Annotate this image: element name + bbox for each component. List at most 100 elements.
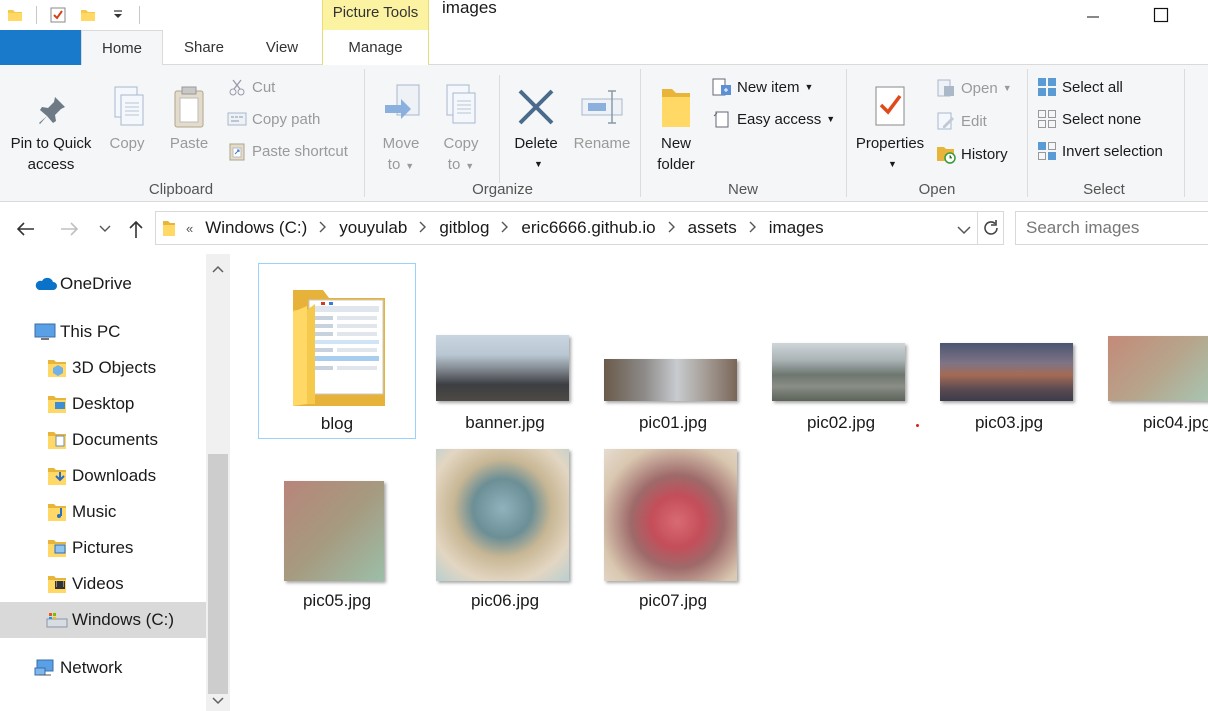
folder-icon[interactable] <box>0 1 30 29</box>
properties-button[interactable]: Properties ▼ <box>851 73 929 175</box>
new-folder-icon[interactable] <box>73 1 103 29</box>
file-item[interactable]: pic07.jpg <box>594 441 752 617</box>
new-folder-button[interactable]: New folder <box>647 73 705 175</box>
file-item[interactable]: pic03.jpg <box>930 263 1088 439</box>
maximize-button[interactable] <box>1138 0 1184 30</box>
window-title: images <box>442 0 497 17</box>
nav-item[interactable]: Network <box>0 650 206 686</box>
file-item[interactable]: pic05.jpg <box>258 441 416 617</box>
select-all-button[interactable]: Select all <box>1036 74 1123 100</box>
history-button[interactable]: History <box>935 141 1008 167</box>
breadcrumb-item[interactable]: youyulab <box>339 218 407 238</box>
copy-to-button[interactable]: Copy to ▼ <box>433 73 489 177</box>
file-item[interactable]: pic04.jpg <box>1098 263 1208 439</box>
paste-shortcut-button[interactable]: Paste shortcut <box>226 138 348 164</box>
picture-tools-context-band: Picture Tools <box>322 0 429 30</box>
nav-item[interactable]: 3D Objects <box>0 350 206 386</box>
nav-item-label: Documents <box>72 430 158 449</box>
nav-item[interactable]: Videos <box>0 566 206 602</box>
refresh-button[interactable] <box>978 211 1004 245</box>
invert-selection-button[interactable]: Invert selection <box>1036 138 1163 164</box>
breadcrumb-chevron-icon[interactable] <box>668 221 676 236</box>
address-history-chevron-icon[interactable] <box>957 221 971 241</box>
ribbon: Pin to Quick access Copy Paste Cut Copy … <box>0 65 1208 202</box>
delete-dropdown-icon[interactable]: ▼ <box>534 154 543 175</box>
documents-folder-icon <box>44 427 70 453</box>
tab-view[interactable]: View <box>245 30 319 65</box>
move-to-button[interactable]: Move to ▼ <box>373 73 429 177</box>
nav-item[interactable]: Music <box>0 494 206 530</box>
nav-item[interactable]: Desktop <box>0 386 206 422</box>
rename-button[interactable]: Rename <box>567 73 637 154</box>
nav-item-label: Windows (C:) <box>72 610 175 629</box>
breadcrumb-item[interactable]: images <box>769 218 824 238</box>
properties-dropdown-icon[interactable]: ▼ <box>888 154 897 175</box>
tab-home[interactable]: Home <box>81 30 163 66</box>
copy-path-label: Copy path <box>252 110 321 128</box>
properties-checkmark-icon[interactable] <box>43 1 73 29</box>
delete-button[interactable]: Delete ▼ <box>505 73 567 175</box>
breadcrumb-item[interactable]: eric6666.github.io <box>521 218 655 238</box>
breadcrumb-item[interactable]: Windows (C:) <box>205 218 307 238</box>
music-folder-icon <box>44 499 70 525</box>
file-item[interactable]: pic02.jpg <box>762 263 920 439</box>
up-button[interactable] <box>123 216 149 242</box>
breadcrumb-item[interactable]: gitblog <box>439 218 489 238</box>
navigation-scrollbar[interactable] <box>206 254 230 711</box>
tab-manage[interactable]: Manage <box>322 30 429 65</box>
scroll-down-arrow-icon[interactable] <box>206 690 230 711</box>
quick-access-toolbar <box>0 0 146 30</box>
address-bar[interactable]: « Windows (C:) youyulab gitblog eric6666.gi… <box>155 211 978 245</box>
breadcrumb-chevron-icon[interactable] <box>501 221 509 236</box>
breadcrumb-chevron-icon[interactable] <box>419 221 427 236</box>
title-bar: Picture Tools images <box>0 0 1208 30</box>
toolbar-divider <box>36 6 37 24</box>
scrollbar-thumb[interactable] <box>208 454 228 694</box>
breadcrumb-item[interactable]: assets <box>688 218 737 238</box>
nav-item[interactable]: Pictures <box>0 530 206 566</box>
recent-locations-button[interactable] <box>92 216 118 242</box>
tab-share[interactable]: Share <box>163 30 245 65</box>
new-item-button[interactable]: New item ▼ <box>711 74 813 100</box>
breadcrumb-chevron-icon[interactable] <box>319 221 327 236</box>
breadcrumb-overflow[interactable]: « <box>186 221 193 236</box>
invert-selection-label: Invert selection <box>1062 142 1163 160</box>
nav-item[interactable]: Windows (C:) <box>0 602 206 638</box>
file-item[interactable]: pic06.jpg <box>426 441 584 617</box>
customize-toolbar-chevron-icon[interactable] <box>103 1 133 29</box>
videos-folder-icon <box>44 571 70 597</box>
open-button[interactable]: Open ▼ <box>935 75 1012 101</box>
easy-access-button[interactable]: Easy access ▼ <box>711 106 835 132</box>
paste-button[interactable]: Paste <box>162 73 216 154</box>
nav-item[interactable]: OneDrive <box>0 266 206 302</box>
edit-button[interactable]: Edit <box>935 108 987 134</box>
nav-item-label: Network <box>60 658 123 677</box>
file-item[interactable]: pic01.jpg <box>594 263 752 439</box>
nav-item[interactable]: This PC <box>0 314 206 350</box>
paste-shortcut-label: Paste shortcut <box>252 142 348 160</box>
back-button[interactable] <box>12 216 38 242</box>
file-item[interactable]: banner.jpg <box>426 263 584 439</box>
cut-button[interactable]: Cut <box>226 74 275 100</box>
nav-item[interactable]: Downloads <box>0 458 206 494</box>
search-input[interactable]: Search images <box>1015 211 1208 245</box>
folder-item[interactable]: blog <box>258 263 416 439</box>
new-item-dropdown-icon: ▼ <box>804 82 814 92</box>
scroll-up-arrow-icon[interactable] <box>206 258 230 280</box>
desktop-folder-icon <box>44 391 70 417</box>
network-icon <box>32 655 58 681</box>
forward-button[interactable] <box>57 216 83 242</box>
paste-shortcut-icon <box>226 140 248 162</box>
breadcrumb-chevron-icon[interactable] <box>749 221 757 236</box>
copy-path-button[interactable]: Copy path <box>226 106 320 132</box>
copy-button[interactable]: Copy <box>100 73 154 154</box>
pin-to-quick-access-button[interactable]: Pin to Quick access <box>6 73 96 175</box>
minimize-button[interactable] <box>1070 0 1116 30</box>
folder-icon <box>162 219 176 237</box>
downloads-folder-icon <box>44 463 70 489</box>
delete-label: Delete <box>514 135 558 152</box>
image-thumbnail <box>772 343 905 401</box>
select-none-button[interactable]: Select none <box>1036 106 1141 132</box>
nav-item[interactable]: Documents <box>0 422 206 458</box>
pin-label-line2: access <box>27 156 75 173</box>
